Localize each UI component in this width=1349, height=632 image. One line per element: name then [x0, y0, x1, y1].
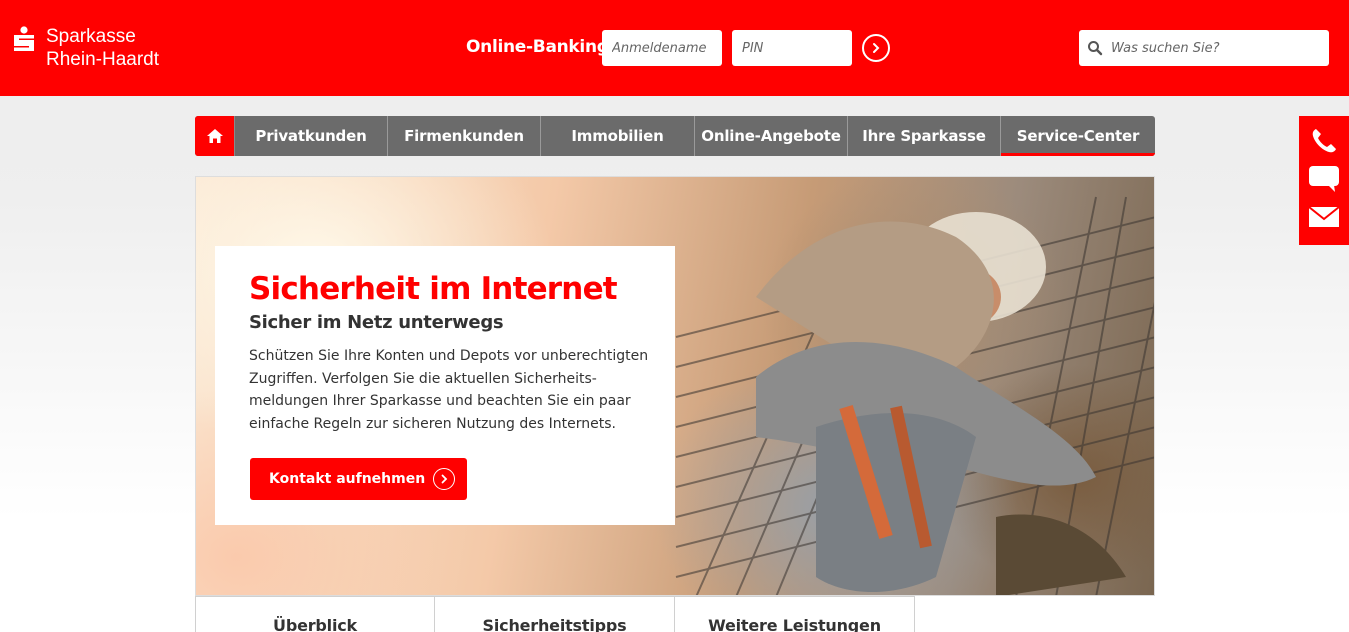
- chevron-right-icon: [873, 43, 880, 53]
- chat-icon[interactable]: [1307, 162, 1341, 196]
- teaser-text: Schützen Sie Ihre Konten und Depots vor …: [249, 348, 649, 432]
- brand-name: Sparkasse Rhein-Haardt: [46, 25, 159, 71]
- phone-icon[interactable]: [1307, 124, 1341, 158]
- mail-icon[interactable]: [1307, 200, 1341, 234]
- home-icon: [206, 129, 223, 143]
- login-submit-button[interactable]: [862, 34, 890, 62]
- nav-home-button[interactable]: [195, 116, 235, 156]
- content-tabs: Überblick Sicherheitstipps Weitere Leist…: [195, 596, 917, 632]
- nav-item-service-center[interactable]: Service-Center: [1001, 116, 1155, 156]
- search-input[interactable]: [1111, 40, 1311, 56]
- nav-item-online-angebote[interactable]: Online-Angebote: [695, 116, 848, 156]
- teaser-title: Sicherheit im Internet: [249, 271, 618, 307]
- nav-item-firmenkunden[interactable]: Firmenkunden: [388, 116, 541, 156]
- logo[interactable]: Sparkasse Rhein-Haardt: [12, 26, 159, 71]
- nav-item-privatkunden[interactable]: Privatkunden: [235, 116, 388, 156]
- teaser-box: Sicherheit im Internet Sicher im Netz un…: [215, 246, 675, 525]
- header: Sparkasse Rhein-Haardt Online-Banking: [0, 0, 1349, 96]
- contact-sidebar: [1299, 116, 1349, 245]
- nav-item-ihre-sparkasse[interactable]: Ihre Sparkasse: [848, 116, 1001, 156]
- nav-item-immobilien[interactable]: Immobilien: [541, 116, 695, 156]
- pin-input[interactable]: [732, 30, 852, 66]
- tab-weitere-leistungen[interactable]: Weitere Leistungen: [675, 596, 915, 632]
- main-nav: Privatkunden Firmenkunden Immobilien Onl…: [195, 116, 1155, 156]
- teaser-subtitle: Sicher im Netz unterwegs: [249, 312, 504, 333]
- chevron-right-icon: [433, 468, 456, 490]
- tab-ueberblick[interactable]: Überblick: [195, 596, 435, 632]
- search-box[interactable]: [1079, 30, 1329, 66]
- search-icon: [1088, 41, 1103, 56]
- brand-line-2: Rhein-Haardt: [46, 49, 159, 70]
- username-input[interactable]: [602, 30, 722, 66]
- tab-sicherheitstipps[interactable]: Sicherheitstipps: [435, 596, 675, 632]
- sparkasse-logo-icon: [14, 26, 34, 51]
- brand-line-1: Sparkasse: [46, 26, 136, 47]
- contact-button[interactable]: Kontakt aufnehmen: [250, 458, 467, 500]
- contact-button-label: Kontakt aufnehmen: [269, 471, 426, 487]
- online-banking-label: Online-Banking: [466, 37, 609, 57]
